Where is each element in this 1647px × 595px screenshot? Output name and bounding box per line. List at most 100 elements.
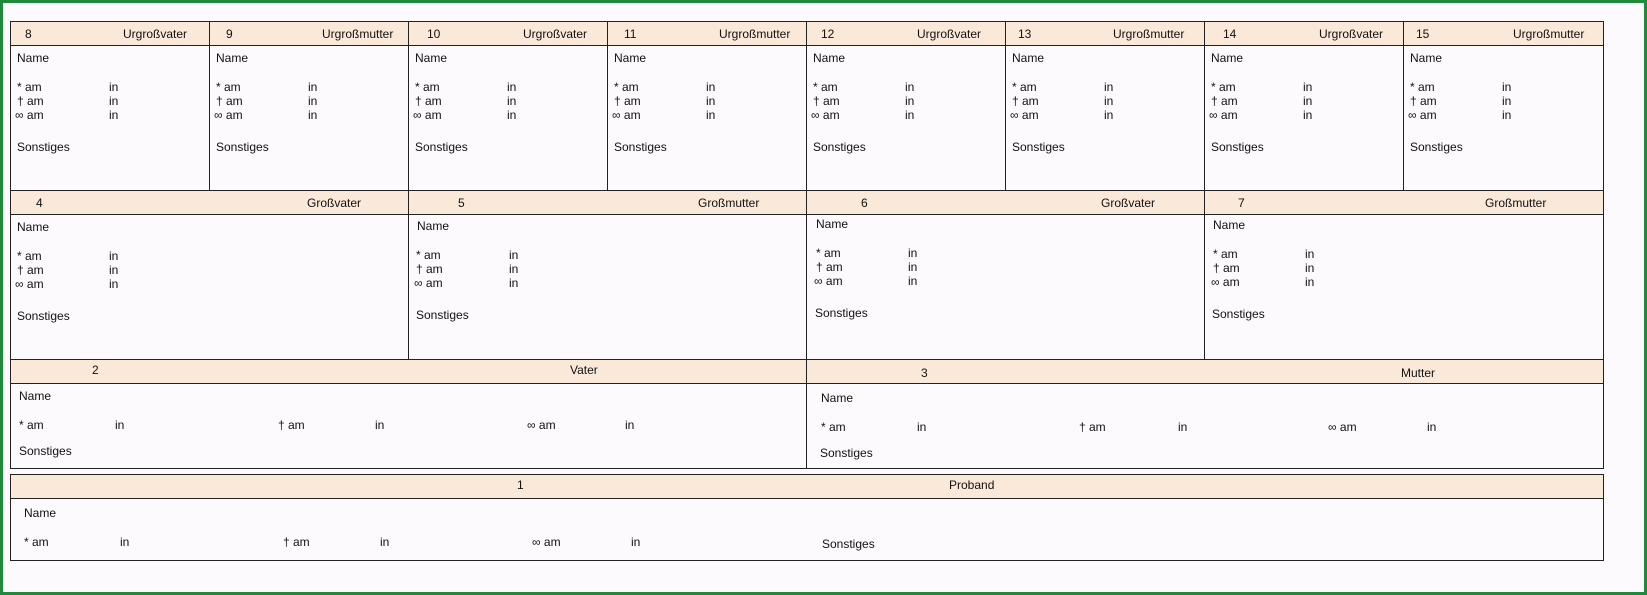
death-place-label: in: [308, 94, 318, 108]
ancestor-card-14: 14 Urgroßvater Name * am in † am in ∞ am…: [1204, 21, 1404, 191]
ancestor-number: 2: [92, 363, 99, 377]
card-header: 4 Großvater: [11, 191, 408, 215]
ancestor-number: 10: [427, 27, 441, 41]
birth-label: * am: [17, 249, 42, 263]
ancestor-card-12: 12 Urgroßvater Name * am in † am in ∞ am…: [806, 21, 1006, 191]
death-place-label: in: [507, 94, 517, 108]
ancestor-number: 12: [821, 27, 835, 41]
card-header: 14 Urgroßvater: [1205, 22, 1403, 46]
ancestor-number: 15: [1416, 27, 1430, 41]
birth-label: * am: [216, 80, 241, 94]
name-label: Name: [821, 391, 854, 405]
ancestor-role: Urgroßmutter: [1513, 27, 1585, 41]
death-label: † am: [1211, 94, 1238, 108]
death-place-label: in: [1305, 261, 1315, 275]
death-label: † am: [813, 94, 840, 108]
death-place-label: in: [375, 418, 385, 432]
ancestor-role: Urgroßvater: [523, 27, 588, 41]
marriage-place-label: in: [631, 535, 641, 549]
ancestor-number: 1: [517, 478, 524, 492]
marriage-label: ∞ am: [1408, 108, 1437, 122]
card-header: 2 Vater: [11, 360, 806, 384]
marriage-place-label: in: [308, 108, 318, 122]
ancestor-number: 6: [861, 196, 868, 210]
death-place-label: in: [1104, 94, 1114, 108]
birth-place-label: in: [1104, 80, 1114, 94]
death-label: † am: [614, 94, 641, 108]
ancestor-card-4: 4 Großvater Name * am in † am in ∞ am in…: [10, 190, 409, 360]
name-label: Name: [1211, 51, 1244, 65]
name-label: Name: [417, 219, 450, 233]
death-label: † am: [278, 418, 305, 432]
marriage-label: ∞ am: [1010, 108, 1039, 122]
birth-place-label: in: [507, 80, 517, 94]
ancestor-card-5: 5 Großmutter Name * am in † am in ∞ am i…: [408, 190, 807, 360]
marriage-place-label: in: [109, 277, 119, 291]
page-frame: 8 Urgroßvater Name * am in † am in ∞ am …: [0, 0, 1647, 595]
ancestor-role: Urgroßmutter: [322, 27, 394, 41]
other-label: Sonstiges: [815, 306, 868, 320]
death-label: † am: [17, 94, 44, 108]
death-label: † am: [416, 262, 443, 276]
birth-label: * am: [19, 418, 44, 432]
birth-label: * am: [1213, 247, 1238, 261]
death-label: † am: [1213, 261, 1240, 275]
marriage-place-label: in: [1427, 420, 1437, 434]
death-label: † am: [17, 263, 44, 277]
birth-place-label: in: [308, 80, 318, 94]
card-header: 7 Großmutter: [1205, 191, 1603, 215]
marriage-label: ∞ am: [1209, 108, 1238, 122]
other-label: Sonstiges: [813, 140, 866, 154]
birth-label: * am: [415, 80, 440, 94]
birth-place-label: in: [509, 248, 519, 262]
name-label: Name: [216, 51, 249, 65]
marriage-place-label: in: [905, 108, 915, 122]
other-label: Sonstiges: [1212, 307, 1265, 321]
ancestor-number: 3: [921, 366, 928, 380]
marriage-place-label: in: [1303, 108, 1313, 122]
birth-label: * am: [416, 248, 441, 262]
birth-place-label: in: [905, 80, 915, 94]
birth-place-label: in: [109, 249, 119, 263]
birth-label: * am: [1012, 80, 1037, 94]
marriage-label: ∞ am: [414, 276, 443, 290]
card-header: 10 Urgroßvater: [409, 22, 607, 46]
death-label: † am: [216, 94, 243, 108]
card-header: 11 Urgroßmutter: [608, 22, 806, 46]
death-place-label: in: [908, 260, 918, 274]
birth-place-label: in: [908, 246, 918, 260]
name-label: Name: [1410, 51, 1443, 65]
death-place-label: in: [1178, 420, 1188, 434]
other-label: Sonstiges: [1012, 140, 1065, 154]
ancestor-card-13: 13 Urgroßmutter Name * am in † am in ∞ a…: [1005, 21, 1205, 191]
marriage-label: ∞ am: [15, 108, 44, 122]
marriage-label: ∞ am: [214, 108, 243, 122]
ancestor-role: Großvater: [1101, 196, 1156, 210]
ancestor-role: Mutter: [1401, 366, 1436, 380]
marriage-label: ∞ am: [413, 108, 442, 122]
name-label: Name: [813, 51, 846, 65]
name-label: Name: [24, 506, 57, 520]
death-label: † am: [816, 260, 843, 274]
marriage-place-label: in: [1305, 275, 1315, 289]
ancestor-card-6: 6 Großvater Name * am in † am in ∞ am in…: [806, 190, 1205, 360]
other-label: Sonstiges: [17, 140, 70, 154]
marriage-place-label: in: [509, 276, 519, 290]
card-header: 13 Urgroßmutter: [1006, 22, 1204, 46]
death-label: † am: [1079, 420, 1106, 434]
death-place-label: in: [905, 94, 915, 108]
marriage-label: ∞ am: [814, 274, 843, 288]
ancestor-number: 5: [458, 196, 465, 210]
ancestor-role: Großvater: [307, 196, 362, 210]
ancestor-card-2: 2 Vater Name * am in † am in ∞ am in Son…: [10, 359, 807, 469]
other-label: Sonstiges: [19, 444, 72, 458]
other-label: Sonstiges: [1211, 140, 1264, 154]
ancestor-card-3: 3 Mutter Name * am in † am in ∞ am in So…: [806, 359, 1604, 469]
marriage-place-label: in: [625, 418, 635, 432]
birth-label: * am: [816, 246, 841, 260]
other-label: Sonstiges: [1410, 140, 1463, 154]
ancestor-role: Urgroßvater: [1319, 27, 1384, 41]
birth-place-label: in: [1303, 80, 1313, 94]
ancestor-card-10: 10 Urgroßvater Name * am in † am in ∞ am…: [408, 21, 608, 191]
birth-label: * am: [813, 80, 838, 94]
